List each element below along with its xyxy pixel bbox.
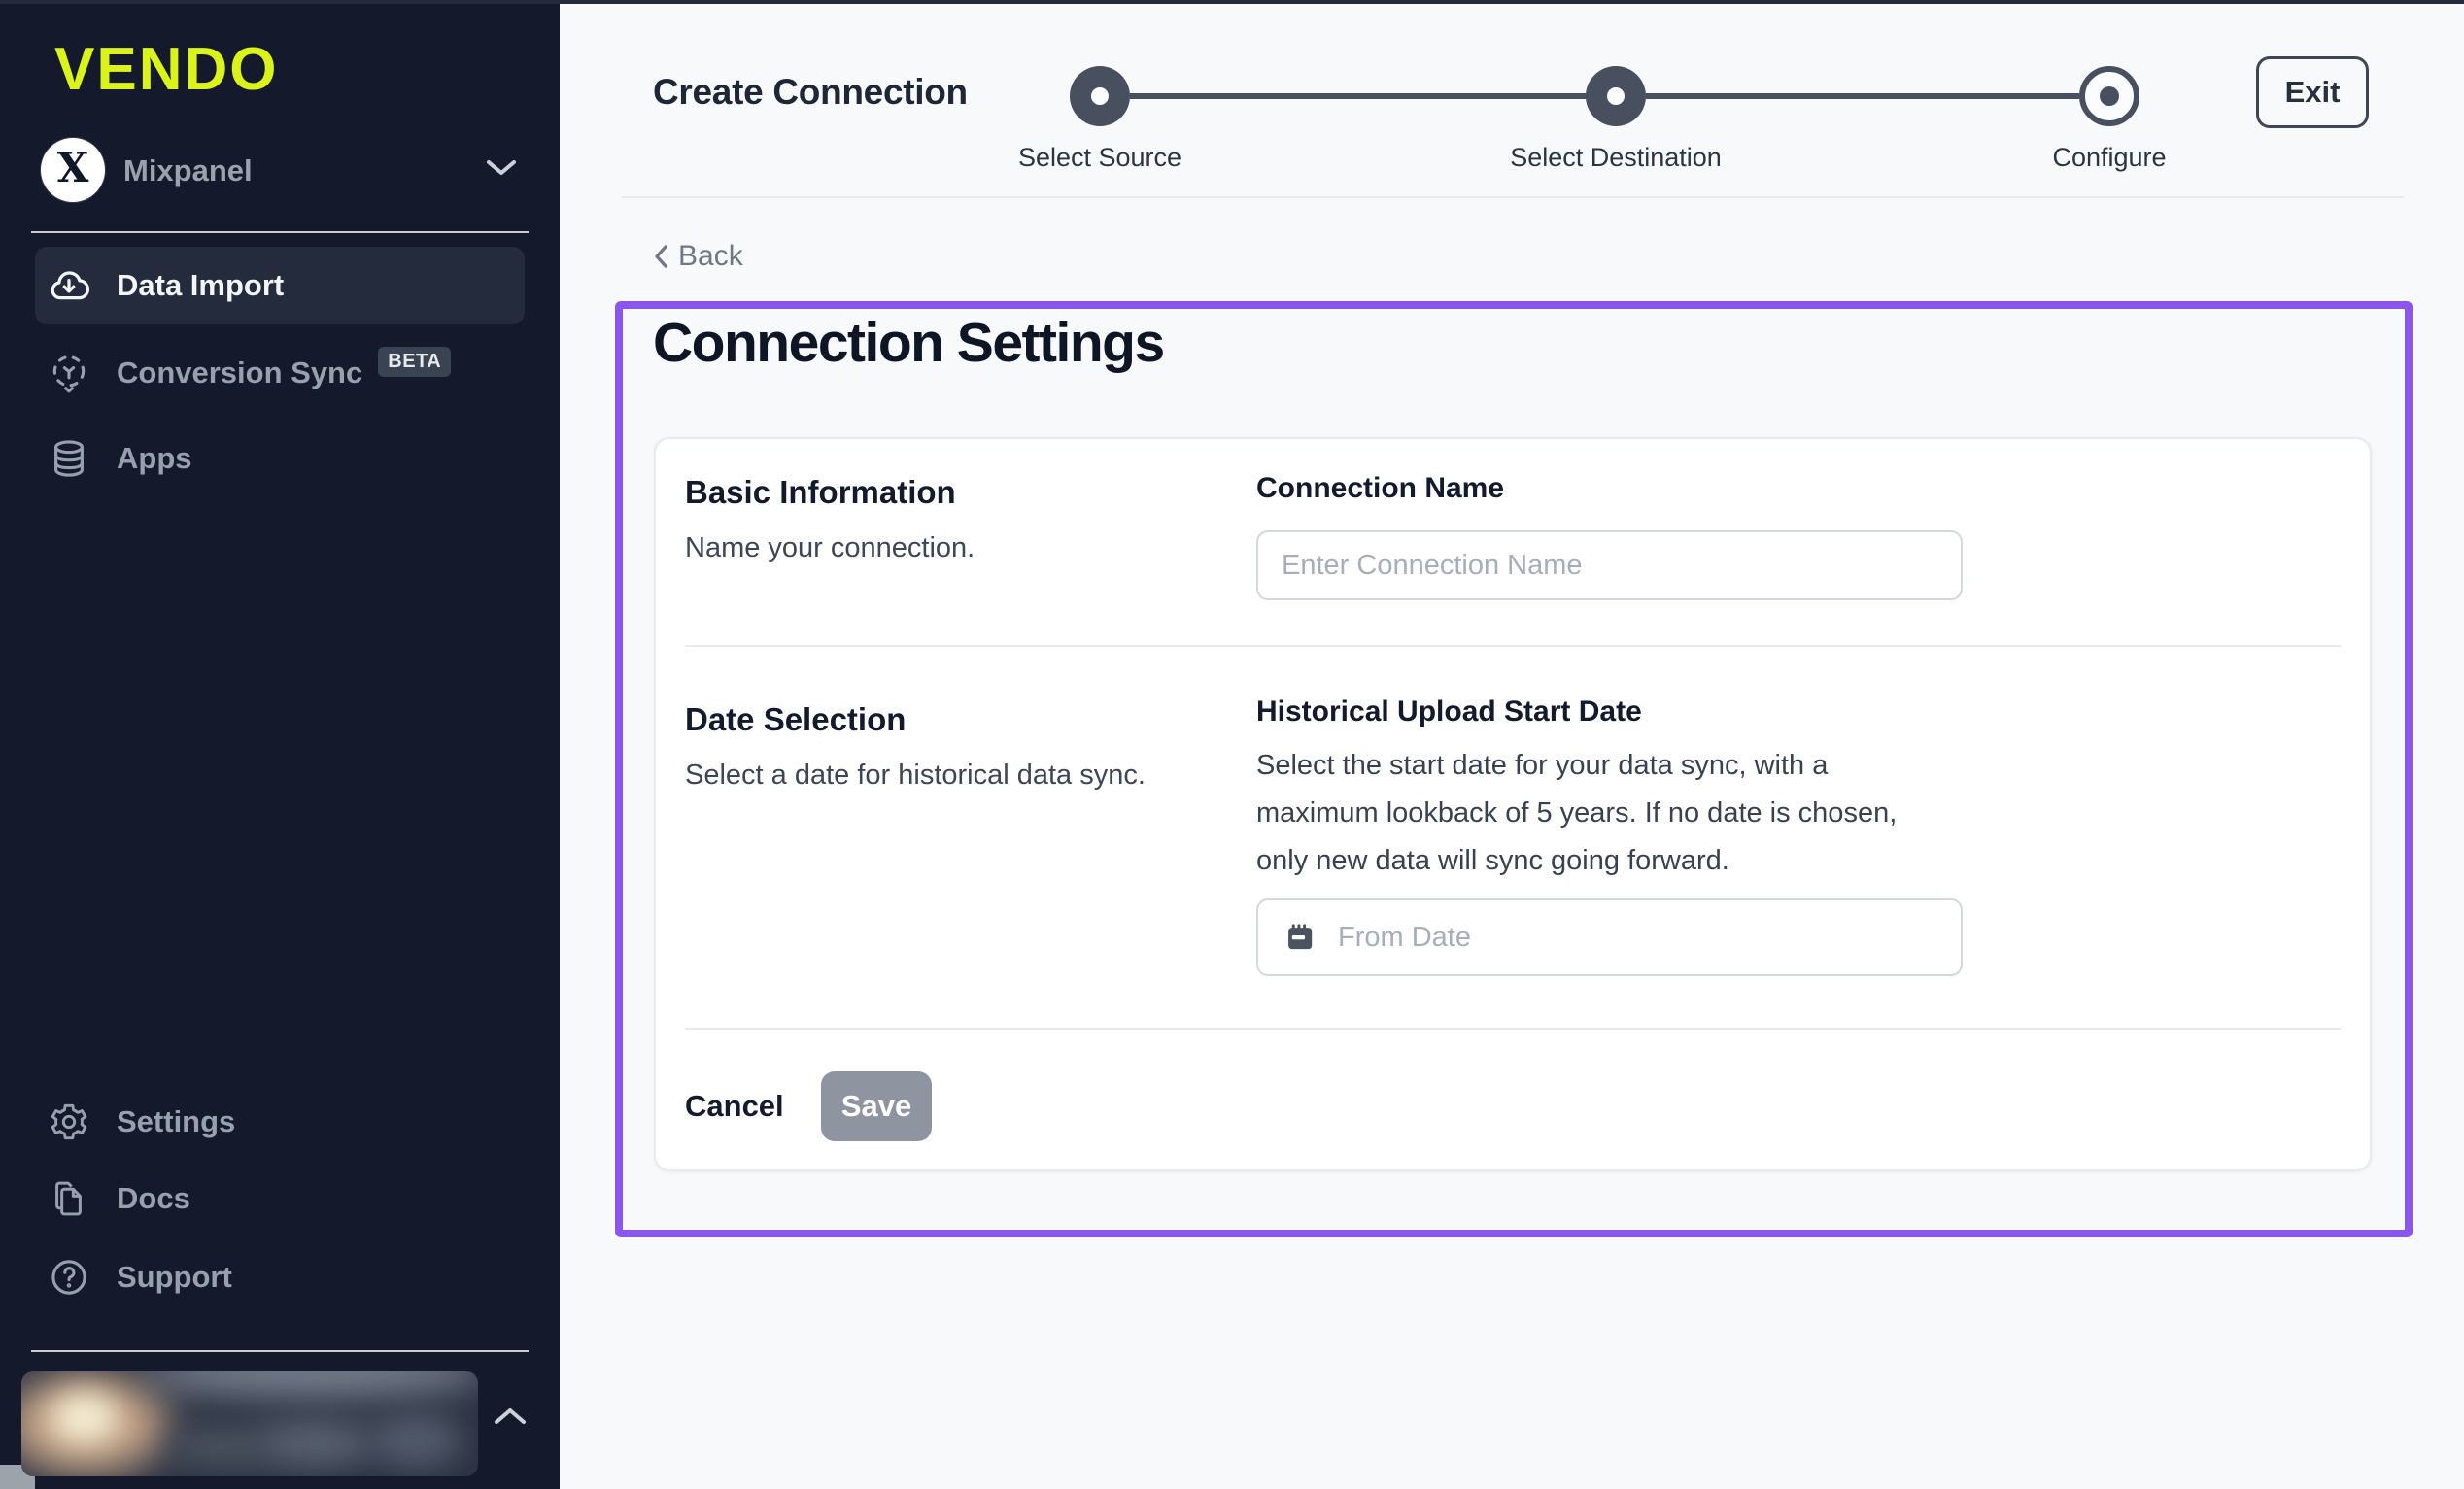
panel-title: Connection Settings: [653, 311, 1164, 375]
sidebar-item-settings[interactable]: Settings: [35, 1085, 525, 1159]
back-label: Back: [678, 240, 743, 273]
gear-icon: [47, 1100, 91, 1144]
header-divider: [622, 196, 2404, 198]
page-title: Create Connection: [653, 72, 968, 113]
help-circle-icon: [47, 1255, 91, 1300]
back-link[interactable]: Back: [653, 240, 743, 273]
basic-information-description: Name your connection.: [685, 532, 975, 564]
exit-button[interactable]: Exit: [2256, 56, 2369, 128]
card-divider: [685, 645, 2341, 647]
step-label-select-destination: Select Destination: [1510, 143, 1722, 173]
documents-icon: [47, 1176, 91, 1221]
step-select-destination-dot: [1586, 66, 1646, 126]
save-button[interactable]: Save: [821, 1071, 932, 1141]
sidebar-item-label: Docs: [117, 1181, 190, 1216]
stepper-connector: [1130, 93, 1587, 99]
workspace-avatar: X: [41, 138, 105, 202]
avatar-highlight: [51, 1393, 119, 1443]
window-top-edge: [0, 0, 2464, 4]
basic-information-heading: Basic Information: [685, 474, 956, 511]
cloud-download-icon: [47, 263, 91, 308]
chevron-up-icon[interactable]: [492, 1404, 529, 1433]
step-configure-dot: [2079, 66, 2139, 126]
sidebar-item-data-import[interactable]: Data Import: [35, 247, 525, 324]
step-label-configure: Configure: [2052, 143, 2166, 173]
sidebar-item-apps[interactable]: Apps: [35, 422, 525, 495]
sidebar-item-label: Support: [117, 1260, 232, 1295]
mixpanel-logo-icon: X: [57, 148, 89, 188]
date-help-text: Select the start date for your data sync…: [1256, 742, 1941, 885]
chevron-down-icon[interactable]: [484, 157, 519, 184]
historical-upload-start-date-label: Historical Upload Start Date: [1256, 695, 1642, 728]
from-date-field[interactable]: [1256, 898, 1963, 976]
beta-badge: BETA: [378, 347, 451, 377]
date-selection-description: Select a date for historical data sync.: [685, 760, 1146, 792]
blurred-text: [138, 1371, 478, 1397]
sidebar-item-label: Conversion Sync: [117, 355, 362, 390]
sidebar-item-label: Apps: [117, 441, 192, 476]
app-window: VENDO X Mixpanel Data Import: [0, 0, 2464, 1489]
sidebar: VENDO X Mixpanel Data Import: [0, 0, 560, 1489]
sidebar-item-support[interactable]: Support: [35, 1240, 525, 1314]
sidebar-item-conversion-sync[interactable]: Conversion Sync BETA: [35, 336, 525, 410]
sidebar-item-label: Settings: [117, 1104, 235, 1139]
sidebar-divider: [31, 1350, 529, 1352]
connection-name-label: Connection Name: [1256, 472, 1504, 505]
card-divider: [685, 1028, 2341, 1030]
brand-logo: VENDO: [54, 35, 278, 104]
stepper-connector: [1646, 93, 2079, 99]
chevron-left-icon: [653, 244, 668, 269]
database-icon: [47, 436, 91, 481]
cancel-button[interactable]: Cancel: [685, 1087, 784, 1126]
step-select-source-dot: [1070, 66, 1130, 126]
sidebar-item-label: Data Import: [117, 268, 284, 303]
user-account-blurred[interactable]: [21, 1371, 478, 1476]
blurred-text: [366, 1412, 463, 1469]
workspace-name: Mixpanel: [123, 153, 253, 188]
sync-move-icon: [47, 351, 91, 395]
step-label-select-source: Select Source: [1018, 143, 1181, 173]
sidebar-divider: [31, 231, 529, 233]
calendar-icon: [1283, 921, 1317, 954]
from-date-input[interactable]: [1336, 921, 1961, 955]
connection-name-input[interactable]: [1256, 530, 1963, 600]
sidebar-item-docs[interactable]: Docs: [35, 1162, 525, 1235]
blurred-text: [167, 1425, 274, 1469]
date-selection-heading: Date Selection: [685, 701, 906, 738]
